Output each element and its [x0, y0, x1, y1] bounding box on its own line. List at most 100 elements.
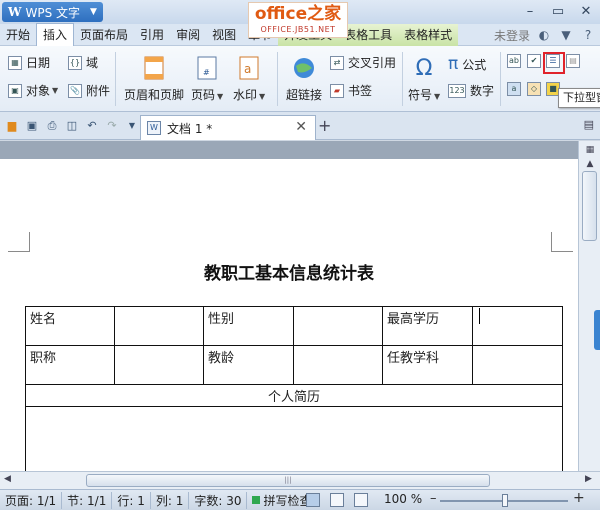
redo-icon[interactable]: ↷ — [104, 118, 120, 134]
tooltip: 下拉型窗体域 — [558, 88, 600, 108]
menu-table-style[interactable]: 表格样式 — [398, 23, 459, 46]
table-cell[interactable] — [472, 345, 563, 385]
document-area: 教职工基本信息统计表 姓名 性别 最高学历 职称 教龄 任教学科 个人简历 — [0, 141, 578, 471]
print-preview-icon[interactable]: ◫ — [64, 118, 80, 134]
header-footer-icon — [140, 54, 168, 82]
side-panel-handle[interactable] — [594, 310, 600, 350]
table-cell[interactable]: 教龄 — [203, 345, 294, 385]
new-tab-button[interactable]: + — [318, 116, 331, 135]
status-word-count[interactable]: 字数: 30 — [188, 491, 246, 509]
ribbon-separator — [500, 52, 501, 106]
text-form-field-button[interactable]: ab — [507, 54, 525, 68]
vertical-scroll-thumb[interactable] — [582, 171, 597, 241]
ruler-toggle-icon[interactable]: ▦ — [582, 143, 598, 157]
document-tab-label: 文档 1 * — [167, 121, 213, 136]
menu-references[interactable]: 引用 — [134, 24, 170, 46]
shading-icon: a — [507, 82, 521, 96]
table-cell[interactable] — [25, 406, 563, 471]
window-controls: – ▭ ✕ — [516, 0, 600, 22]
horizontal-scrollbar[interactable]: ◀ ||| ▶ — [0, 471, 600, 489]
vertical-scrollbar[interactable]: ▦ ▲ — [578, 141, 600, 471]
scroll-left-icon[interactable]: ◀ — [4, 474, 11, 484]
shirt-icon[interactable]: ▼ — [558, 28, 574, 42]
cross-reference-button[interactable]: ⇄ 交叉引用 — [330, 54, 396, 71]
form-field-shading-button[interactable]: a — [507, 82, 525, 96]
text-cursor — [479, 308, 480, 324]
formula-button[interactable]: π 公式 — [448, 54, 486, 74]
page-view-icon[interactable] — [306, 493, 320, 507]
table-cell[interactable]: 性别 — [203, 306, 294, 346]
open-folder-icon[interactable]: ▆ — [4, 118, 20, 134]
zoom-out-button[interactable]: – — [430, 491, 437, 506]
bookmark-button[interactable]: ▰ 书签 — [330, 82, 372, 99]
horizontal-scroll-thumb[interactable]: ||| — [86, 474, 490, 487]
number-button[interactable]: 123 数字 — [448, 82, 494, 99]
date-button[interactable]: ▦ 日期 — [8, 54, 50, 71]
skin-icon[interactable]: ◐ — [536, 28, 552, 42]
undo-icon[interactable]: ↶ — [84, 118, 100, 134]
menu-view[interactable]: 视图 — [206, 24, 242, 46]
attachment-button[interactable]: 📎 附件 — [68, 82, 110, 99]
page-number-button[interactable]: # 页码 ▼ — [191, 54, 223, 103]
full-screen-view-icon[interactable] — [330, 493, 344, 507]
symbol-button[interactable]: Ω 符号 ▼ — [408, 54, 440, 103]
info-table: 姓名 性别 最高学历 职称 教龄 任教学科 个人简历 — [25, 306, 563, 471]
table-cell[interactable] — [114, 345, 204, 385]
scroll-up-icon[interactable]: ▲ — [582, 157, 598, 171]
table-cell[interactable]: 职称 — [25, 345, 115, 385]
table-row — [25, 406, 563, 471]
pi-icon: π — [448, 54, 459, 74]
table-cell[interactable]: 姓名 — [25, 306, 115, 346]
eraser-icon: ◇ — [527, 82, 541, 96]
table-cell[interactable]: 任教学科 — [382, 345, 473, 385]
document-page[interactable]: 教职工基本信息统计表 姓名 性别 最高学历 职称 教龄 任教学科 个人简历 — [0, 159, 578, 471]
menu-review[interactable]: 审阅 — [170, 24, 206, 46]
tab-list-icon[interactable]: ▤ — [584, 118, 594, 131]
object-button[interactable]: ▣ 对象 ▼ — [8, 82, 58, 99]
hyperlink-button[interactable]: 超链接 — [286, 54, 322, 103]
field-button[interactable]: {} 域 — [68, 54, 98, 71]
wps-logo-icon: W — [8, 5, 22, 19]
menu-page-layout[interactable]: 页面布局 — [74, 24, 134, 46]
status-line: 行: 1 — [111, 491, 150, 509]
save-icon[interactable]: ▣ — [24, 118, 40, 134]
close-tab-button[interactable]: ✕ — [295, 119, 307, 135]
table-cell[interactable] — [114, 306, 204, 346]
header-footer-button[interactable]: 页眉和页脚 — [124, 54, 184, 103]
print-icon[interactable]: ⎙ — [44, 118, 60, 134]
highlight-box — [543, 52, 565, 74]
ribbon-separator — [115, 52, 116, 106]
table-row: 个人简历 — [25, 384, 563, 407]
scroll-right-icon[interactable]: ▶ — [585, 474, 592, 484]
table-cell[interactable] — [293, 306, 383, 346]
chevron-down-icon: ▼ — [90, 7, 97, 17]
zoom-slider-thumb[interactable] — [502, 494, 508, 507]
field-icon: {} — [68, 55, 82, 70]
document-title[interactable]: 教职工基本信息统计表 — [0, 259, 578, 284]
tab-document-1[interactable]: W 文档 1 * ✕ — [140, 115, 316, 140]
cross-reference-icon: ⇄ — [330, 55, 344, 70]
zoom-level[interactable]: 100 % — [384, 492, 422, 506]
ribbon-separator — [402, 52, 403, 106]
table-cell[interactable] — [472, 306, 563, 346]
zoom-in-button[interactable]: + — [573, 490, 585, 506]
help-button[interactable]: ? — [580, 28, 596, 42]
form-field-options-button[interactable]: ▤ — [566, 54, 584, 68]
eraser-button[interactable]: ◇ — [527, 82, 545, 96]
table-row: 职称 教龄 任教学科 — [25, 345, 563, 385]
minimize-button[interactable]: – — [516, 0, 544, 22]
restore-button[interactable]: ▭ — [544, 0, 572, 22]
status-page[interactable]: 页面: 1/1 — [0, 492, 61, 509]
login-status[interactable]: 未登录 — [494, 27, 530, 44]
menu-home[interactable]: 开始 — [0, 24, 36, 46]
omega-icon: Ω — [415, 55, 433, 81]
table-cell[interactable]: 个人简历 — [25, 384, 563, 407]
menu-insert[interactable]: 插入 — [36, 23, 75, 46]
table-cell[interactable] — [293, 345, 383, 385]
web-view-icon[interactable] — [354, 493, 368, 507]
close-window-button[interactable]: ✕ — [572, 0, 600, 22]
table-cell[interactable]: 最高学历 — [382, 306, 473, 346]
app-menu-button[interactable]: W WPS 文字 ▼ — [2, 2, 103, 22]
chevron-down-icon[interactable]: ▼ — [124, 118, 140, 134]
watermark-button[interactable]: a 水印 ▼ — [233, 54, 265, 103]
